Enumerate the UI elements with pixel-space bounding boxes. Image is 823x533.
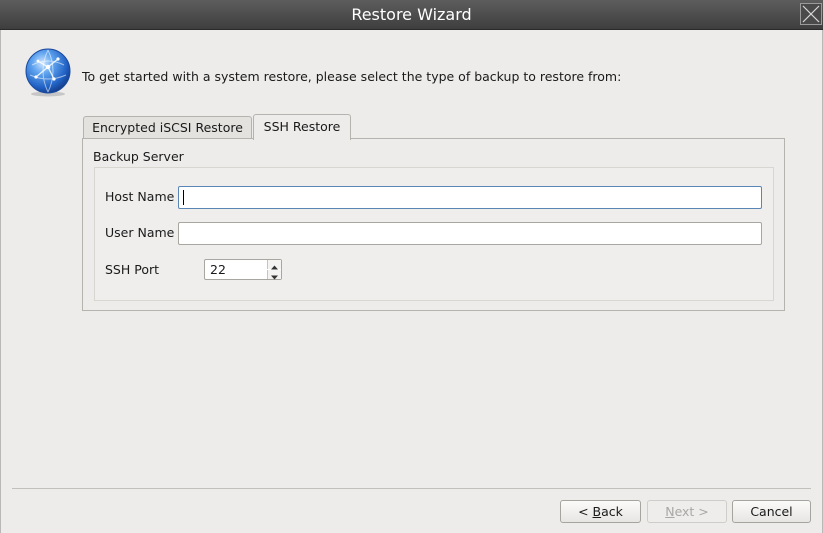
- spin-up-button[interactable]: [267, 260, 281, 270]
- title-bar: Restore Wizard: [0, 0, 823, 30]
- backup-server-group-title: Backup Server: [93, 149, 184, 164]
- host-name-input[interactable]: [178, 186, 762, 209]
- tab-encrypted-iscsi-restore[interactable]: Encrypted iSCSI Restore: [83, 116, 252, 140]
- ssh-port-spinbox[interactable]: 22: [204, 259, 282, 280]
- user-name-input[interactable]: [178, 222, 762, 245]
- ssh-port-label: SSH Port: [105, 262, 160, 277]
- button-separator: [12, 488, 811, 489]
- next-button[interactable]: Next >: [647, 500, 727, 523]
- close-button[interactable]: [800, 3, 822, 25]
- next-label-rest: ext >: [674, 504, 709, 519]
- back-button[interactable]: < Back: [560, 500, 641, 523]
- host-name-label: Host Name: [105, 189, 175, 204]
- intro-text: To get started with a system restore, pl…: [82, 69, 622, 84]
- window-title: Restore Wizard: [351, 5, 472, 24]
- back-mnemonic: B: [592, 504, 602, 519]
- user-name-label: User Name: [105, 225, 175, 240]
- cancel-button[interactable]: Cancel: [732, 500, 811, 523]
- next-mnemonic: N: [665, 504, 675, 519]
- back-prefix: <: [578, 504, 593, 519]
- back-label-rest: ack: [601, 504, 623, 519]
- tab-ssh-restore[interactable]: SSH Restore: [253, 114, 351, 140]
- spin-down-button[interactable]: [267, 270, 281, 280]
- ssh-port-value[interactable]: 22: [210, 262, 226, 277]
- globe-icon: [24, 47, 72, 97]
- spin-down-arrow-icon: [271, 275, 278, 280]
- text-cursor: [183, 190, 184, 205]
